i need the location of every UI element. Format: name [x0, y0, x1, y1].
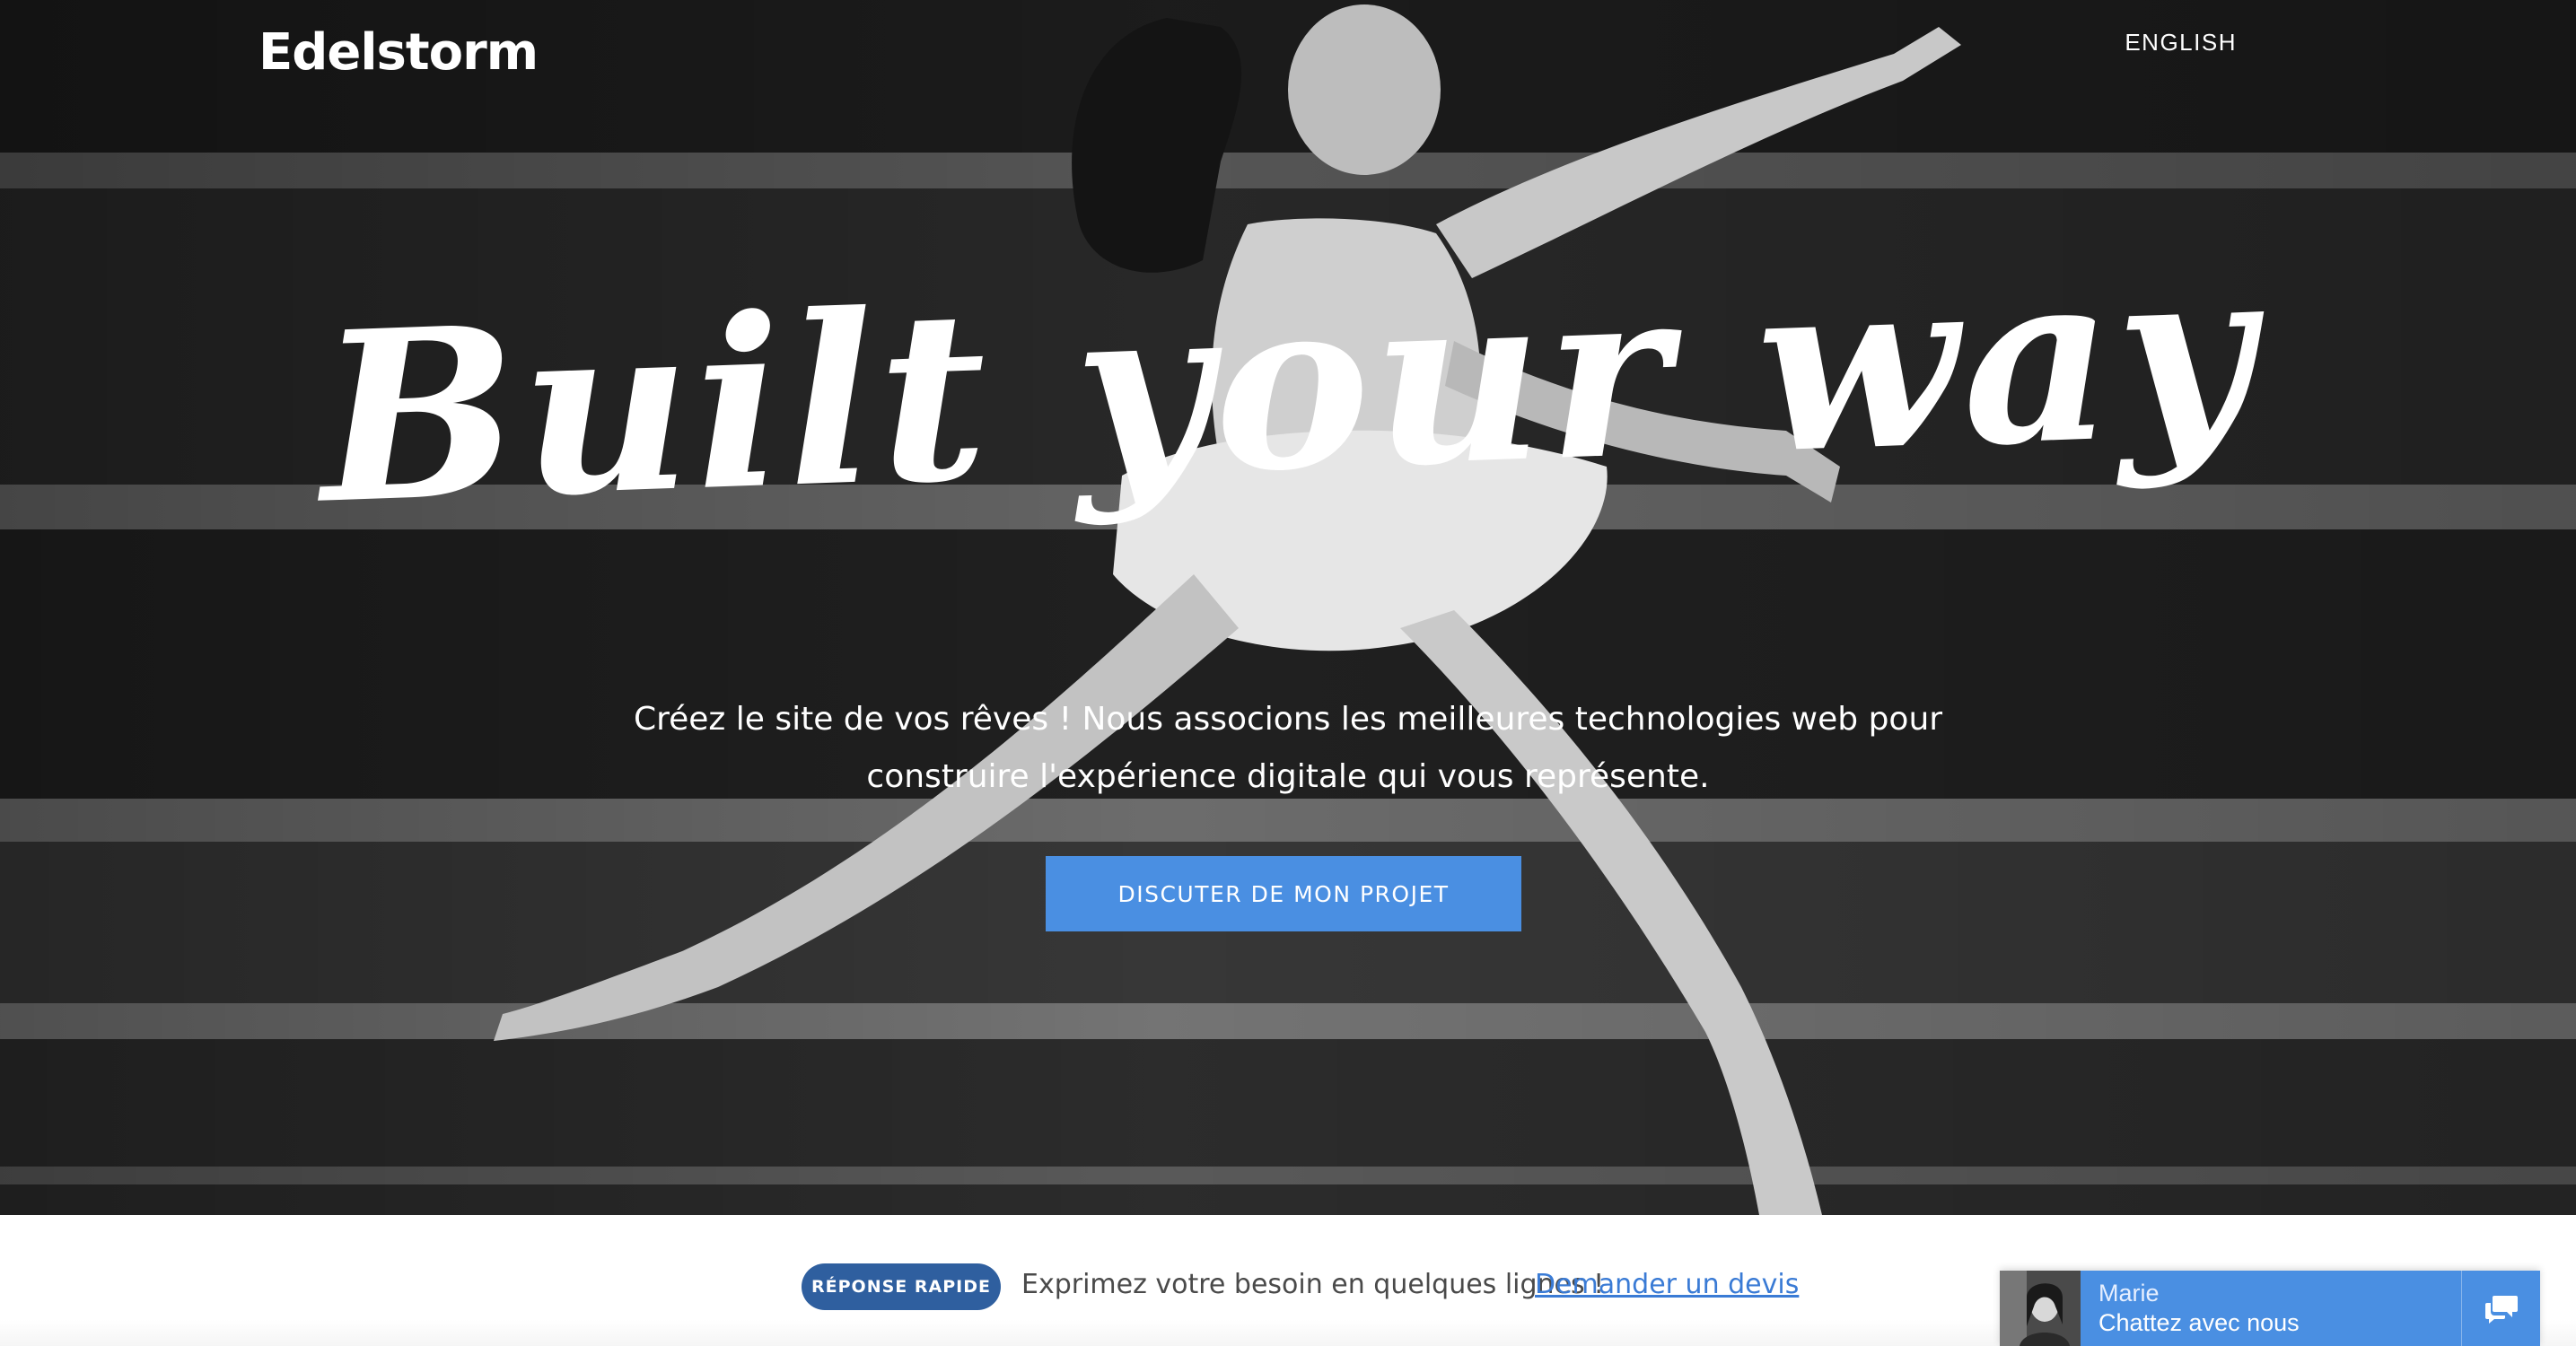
- hero-subtitle-line-1: Créez le site de vos rêves ! Nous associ…: [633, 701, 1943, 738]
- chat-widget[interactable]: Marie Chattez avec nous: [2000, 1271, 2540, 1346]
- quick-response-badge: RÉPONSE RAPIDE: [802, 1263, 1001, 1310]
- chat-bubbles-icon: [2484, 1296, 2518, 1324]
- agent-avatar: [2000, 1271, 2081, 1346]
- language-switch-link[interactable]: ENGLISH: [2125, 29, 2237, 57]
- quick-response-text: Exprimez votre besoin en quelques lignes…: [1021, 1269, 1605, 1300]
- dancer-photo: [494, 4, 1961, 1215]
- chat-cta-label: Chattez avec nous: [2098, 1309, 2300, 1336]
- hero-section: Edelstorm ENGLISH Built your way Créez l…: [0, 0, 2576, 1215]
- chat-agent-name: Marie: [2098, 1280, 2160, 1307]
- agent-avatar-image: [2000, 1271, 2081, 1346]
- hero-subtitle-line-2: construire l'expérience digitale qui vou…: [866, 758, 1710, 795]
- discuss-project-button[interactable]: DISCUTER DE MON PROJET: [1046, 856, 1521, 931]
- chat-open-button[interactable]: [2461, 1271, 2540, 1346]
- request-quote-link[interactable]: Demander un devis: [1535, 1269, 1799, 1300]
- hero-subtitle: Créez le site de vos rêves ! Nous associ…: [570, 691, 2006, 806]
- site-logo[interactable]: Edelstorm: [258, 23, 539, 82]
